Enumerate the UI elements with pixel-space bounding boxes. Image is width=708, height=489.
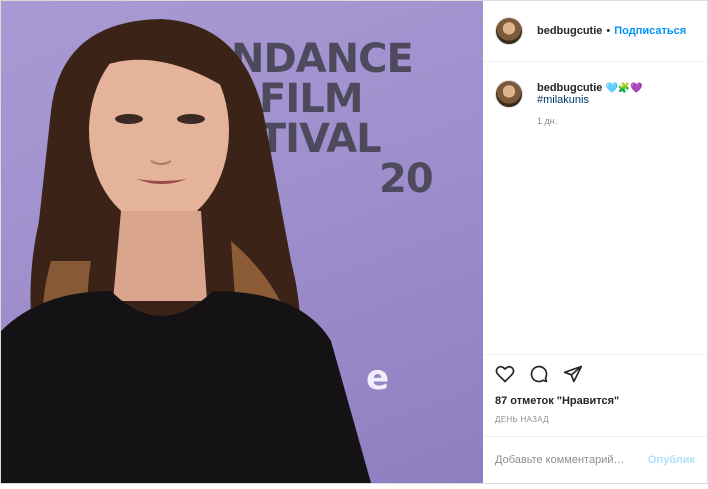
caption-time: 1 дн. bbox=[537, 116, 558, 126]
post-header: bedbugcutie • Подписаться bbox=[483, 1, 707, 62]
comment-input[interactable] bbox=[495, 454, 645, 466]
caption: bedbugcutie 🩵🧩💜 #milakunis 1 дн. bbox=[495, 80, 695, 126]
caption-emoji: 🩵🧩💜 bbox=[605, 83, 643, 94]
post-date: ДЕНЬ НАЗАД bbox=[495, 415, 549, 424]
follow-button[interactable]: Подписаться bbox=[614, 25, 686, 37]
comment-icon[interactable] bbox=[529, 364, 549, 384]
action-icons bbox=[495, 363, 695, 385]
publish-button[interactable]: Опублик bbox=[648, 454, 695, 466]
avatar[interactable] bbox=[495, 17, 523, 45]
add-comment-bar: Опублик bbox=[483, 436, 707, 483]
share-icon[interactable] bbox=[563, 364, 583, 384]
actions-section: 87 отметок "Нравится" ДЕНЬ НАЗАД bbox=[483, 354, 707, 424]
comments-section: bedbugcutie 🩵🧩💜 #milakunis 1 дн. bbox=[483, 62, 707, 354]
caption-hashtag[interactable]: #milakunis bbox=[537, 94, 589, 106]
header-username[interactable]: bedbugcutie bbox=[537, 25, 602, 37]
avatar[interactable] bbox=[495, 80, 523, 108]
post-photo[interactable]: NDANCE FILM STIVAL 20 e bbox=[1, 1, 483, 483]
heart-icon[interactable] bbox=[495, 364, 515, 384]
portrait-figure bbox=[1, 19, 371, 483]
post-card: NDANCE FILM STIVAL 20 e bedbugcutie • По… bbox=[0, 0, 708, 484]
caption-username[interactable]: bedbugcutie bbox=[537, 82, 602, 94]
likes-count[interactable]: 87 отметок "Нравится" bbox=[495, 395, 695, 407]
header-separator: • bbox=[606, 25, 611, 37]
caption-body: bedbugcutie 🩵🧩💜 #milakunis 1 дн. bbox=[537, 82, 695, 126]
post-sidebar: bedbugcutie • Подписаться bedbugcutie 🩵🧩… bbox=[483, 1, 707, 483]
